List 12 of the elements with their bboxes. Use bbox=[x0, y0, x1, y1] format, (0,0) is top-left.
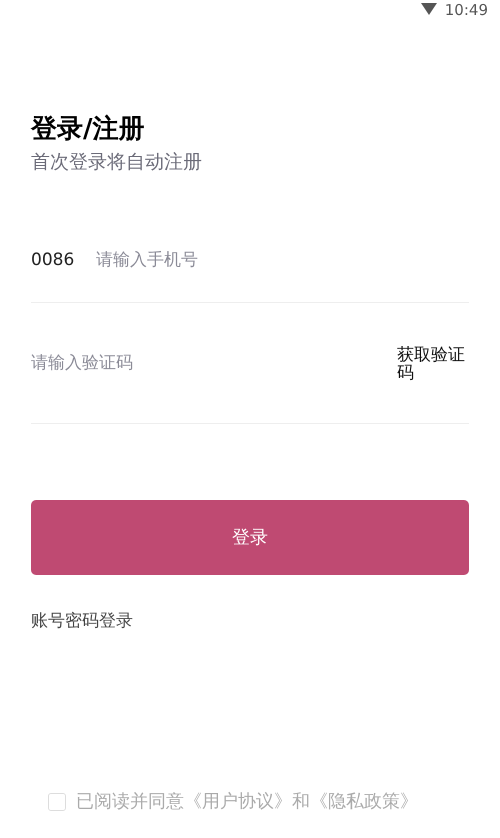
page-subtitle: 首次登录将自动注册 bbox=[31, 150, 203, 175]
agreement-checkbox[interactable] bbox=[48, 792, 66, 810]
code-input-field[interactable]: 请输入验证码 bbox=[31, 351, 397, 377]
country-code[interactable]: 0086 bbox=[31, 248, 96, 274]
wifi-icon bbox=[420, 3, 437, 17]
status-time: 10:49 bbox=[444, 2, 488, 18]
page-title: 登录/注册 bbox=[31, 113, 146, 146]
agreement-text: 已阅读并同意《用户协议》和《隐私政策》 bbox=[76, 790, 418, 814]
login-button[interactable]: 登录 bbox=[31, 500, 469, 575]
phone-input-field[interactable]: 请输入手机号 bbox=[96, 248, 469, 274]
get-code-button[interactable]: 获取验证码 bbox=[397, 346, 473, 382]
password-login-link[interactable]: 账号密码登录 bbox=[31, 609, 133, 634]
